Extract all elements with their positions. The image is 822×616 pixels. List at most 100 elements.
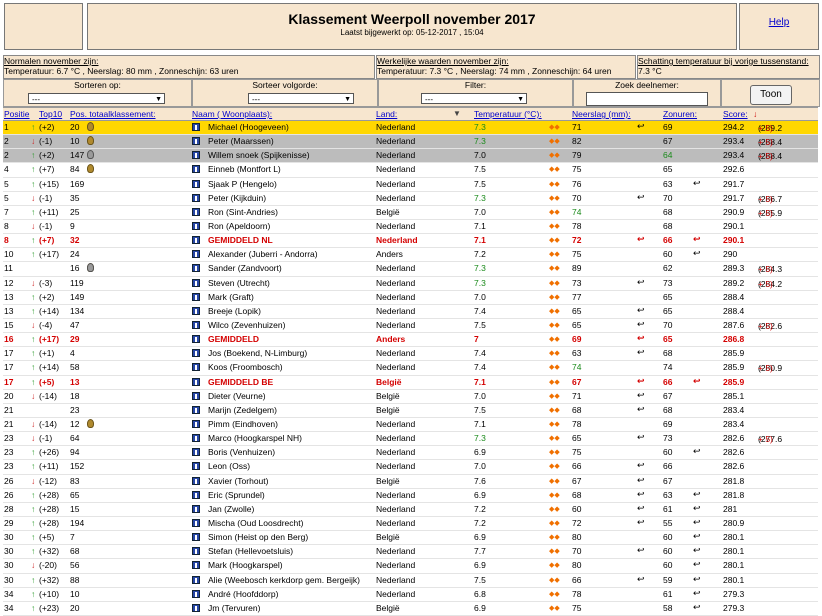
profile-icon[interactable] <box>192 518 200 527</box>
rank-change: (+14) <box>39 362 60 373</box>
profile-icon[interactable] <box>192 165 200 174</box>
profile-icon[interactable] <box>192 193 200 202</box>
score: 282.6 <box>723 447 745 458</box>
profile-icon[interactable] <box>192 377 200 386</box>
col-total[interactable]: Pos. totaalklassement: <box>70 109 156 119</box>
profile-icon[interactable] <box>192 278 200 287</box>
country: Nederland <box>376 220 416 231</box>
profile-icon[interactable] <box>192 448 200 457</box>
country: Nederland <box>376 546 416 557</box>
help-link[interactable]: Help <box>740 17 818 28</box>
col-precipitation[interactable]: Neerslag (mm): <box>572 109 631 119</box>
participant-name[interactable]: Peter (Kijkduin) <box>208 193 266 203</box>
profile-icon[interactable] <box>192 575 200 584</box>
col-sun[interactable]: Zonuren: <box>663 109 697 119</box>
participant-name[interactable]: Ron (Sint-Andries) <box>208 207 278 217</box>
participant-name[interactable]: Xavier (Torhout) <box>208 476 268 486</box>
participant-name[interactable]: Mark (Hoogkarspel) <box>208 560 283 570</box>
profile-icon[interactable] <box>192 221 200 230</box>
participant-name[interactable]: Marijn (Zedelgem) <box>208 405 277 415</box>
profile-icon[interactable] <box>192 547 200 556</box>
col-country[interactable]: Land: <box>376 109 397 119</box>
participant-name[interactable]: Mischa (Oud Loosdrecht) <box>208 518 303 528</box>
profile-icon[interactable] <box>192 434 200 443</box>
profile-icon[interactable] <box>192 533 200 542</box>
participant-name[interactable]: Mark (Graft) <box>208 292 254 302</box>
participant-name[interactable]: Marco (Hoogkarspel NH) <box>208 433 302 443</box>
participant-name[interactable]: Willem snoek (Spijkenisse) <box>208 150 310 160</box>
profile-icon[interactable] <box>192 405 200 414</box>
col-position[interactable]: Positie <box>4 109 30 119</box>
participant-name[interactable]: Pimm (Eindhoven) <box>208 419 278 429</box>
profile-icon[interactable] <box>192 320 200 329</box>
participant-name[interactable]: Breeje (Lopik) <box>208 306 261 316</box>
arrow-down-icon: ↓ <box>31 192 36 203</box>
col-temperature[interactable]: Temperatuur (°C): <box>474 109 542 119</box>
profile-icon[interactable] <box>192 306 200 315</box>
sun-hours: 68 <box>663 404 673 415</box>
arrow-up-icon: ↑ <box>31 362 36 373</box>
sun-hours: 62 <box>663 263 673 274</box>
participant-name[interactable]: Dieter (Veurne) <box>208 391 266 401</box>
profile-icon[interactable] <box>192 561 200 570</box>
sort-on-select[interactable]: --- ▼ <box>28 93 165 104</box>
profile-icon[interactable] <box>192 504 200 513</box>
participant-name[interactable]: GEMIDDELD BE <box>208 377 273 387</box>
rank: 34 <box>4 588 14 599</box>
profile-icon[interactable] <box>192 207 200 216</box>
participant-name[interactable]: Peter (Maarssen) <box>208 136 274 146</box>
participant-name[interactable]: Sander (Zandvoort) <box>208 263 282 273</box>
profile-icon[interactable] <box>192 335 200 344</box>
profile-icon[interactable] <box>192 137 200 146</box>
temperature: 7.0 <box>474 150 486 161</box>
normals-values: Temperatuur: 6.7 °C , Neerslag: 80 mm , … <box>4 66 239 76</box>
profile-icon[interactable] <box>192 476 200 485</box>
participant-name[interactable]: Eric (Sprundel) <box>208 490 265 500</box>
participant-name[interactable]: Sjaak P (Hengelo) <box>208 179 277 189</box>
participant-name[interactable]: Jan (Zwolle) <box>208 504 254 514</box>
profile-icon[interactable] <box>192 419 200 428</box>
profile-icon[interactable] <box>192 236 200 245</box>
participant-name[interactable]: Boris (Venhuizen) <box>208 447 275 457</box>
participant-name[interactable]: Jm (Tervuren) <box>208 603 260 613</box>
participant-name[interactable]: Jos (Boekend, N-Limburg) <box>208 348 307 358</box>
participant-name[interactable]: Koos (Froombosch) <box>208 362 283 372</box>
search-input[interactable] <box>586 92 708 106</box>
participant-name[interactable]: GEMIDDELD <box>208 334 259 344</box>
profile-icon[interactable] <box>192 349 200 358</box>
profile-icon[interactable] <box>192 292 200 301</box>
profile-icon[interactable] <box>192 264 200 273</box>
participant-name[interactable]: Leon (Oss) <box>208 461 250 471</box>
participant-name[interactable]: Alie (Weebosch kerkdorp gem. Bergeijk) <box>208 575 360 585</box>
temperature: 7.7 <box>474 546 486 557</box>
profile-icon[interactable] <box>192 250 200 259</box>
col-name[interactable]: Naam ( Woonplaats): <box>192 109 272 119</box>
participant-name[interactable]: Stefan (Hellevoetsluis) <box>208 546 293 556</box>
profile-icon[interactable] <box>192 391 200 400</box>
participant-name[interactable]: Steven (Utrecht) <box>208 278 270 288</box>
filter-icon[interactable]: ▼ <box>453 109 461 118</box>
participant-name[interactable]: Michael (Hoogeveen) <box>208 122 289 132</box>
profile-icon[interactable] <box>192 179 200 188</box>
participant-name[interactable]: Wilco (Zevenhuizen) <box>208 320 285 330</box>
participant-name[interactable]: Ron (Apeldoorn) <box>208 221 270 231</box>
profile-icon[interactable] <box>192 363 200 372</box>
participant-name[interactable]: Einneb (Montfort L) <box>208 164 281 174</box>
profile-icon[interactable] <box>192 462 200 471</box>
sort-order-select[interactable]: --- ▼ <box>248 93 354 104</box>
participant-name[interactable]: Alexander (Juberri - Andorra) <box>208 249 318 259</box>
participant-name[interactable]: Simon (Heist op den Berg) <box>208 532 308 542</box>
participant-name[interactable]: André (Hoofddorp) <box>208 589 278 599</box>
filter-select[interactable]: --- ▼ <box>421 93 527 104</box>
profile-icon[interactable] <box>192 490 200 499</box>
profile-icon[interactable] <box>192 123 200 131</box>
col-top10[interactable]: Top10 <box>39 109 62 119</box>
score: 280.1 <box>723 560 745 571</box>
col-score[interactable]: Score: <box>723 109 748 119</box>
profile-icon[interactable] <box>192 603 200 612</box>
profile-icon[interactable] <box>192 151 200 160</box>
show-button[interactable]: Toon <box>750 85 792 105</box>
profile-icon[interactable] <box>192 589 200 598</box>
table-row: 17 ↑ (+1) 4 Jos (Boekend, N-Limburg) Nederlan… <box>3 347 818 362</box>
participant-name[interactable]: GEMIDDELD NL <box>208 235 273 245</box>
